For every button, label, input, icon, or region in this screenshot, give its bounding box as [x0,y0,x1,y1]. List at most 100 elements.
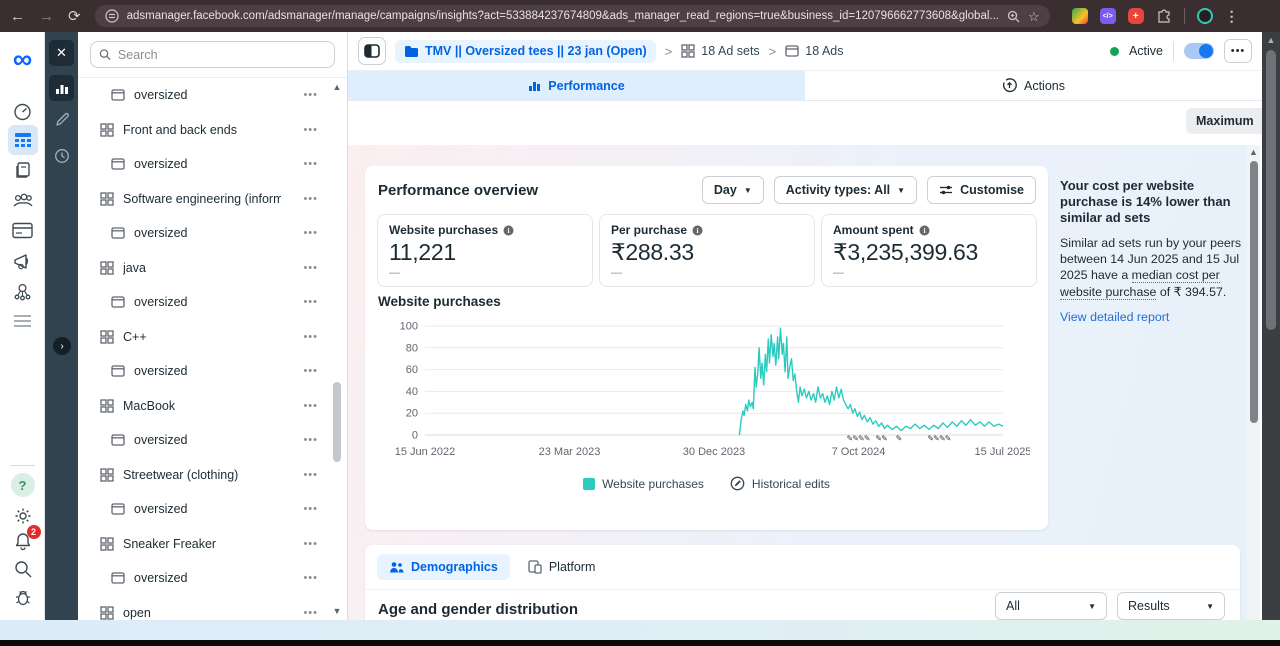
maximum-dropdown[interactable]: Maximum ▼ [1186,108,1262,134]
list-item-adset[interactable]: oversized••• [78,492,330,527]
legend-website-purchases[interactable]: Website purchases [583,477,704,491]
tab-actions[interactable]: Actions [805,71,1262,100]
item-menu-icon[interactable]: ••• [303,89,318,101]
list-item-adset[interactable]: oversized••• [78,78,330,113]
item-menu-icon[interactable]: ••• [303,227,318,239]
scroll-down-icon[interactable]: ▼ [331,606,343,616]
breadcrumb-adsets[interactable]: 18 Ad sets [681,44,759,58]
item-menu-icon[interactable]: ••• [303,538,318,550]
info-icon[interactable]: i [503,225,514,236]
sidebar-item-advertise[interactable] [0,252,45,272]
list-item-campaign[interactable]: java••• [78,251,330,286]
activity-types-dropdown[interactable]: Activity types: All ▼ [774,176,917,204]
meta-logo[interactable]: ∞ [0,46,45,73]
breadcrumb-ads[interactable]: 18 Ads [785,44,843,58]
view-detailed-report-link[interactable]: View detailed report [1060,310,1169,324]
history-tab-button[interactable] [45,148,78,164]
item-menu-icon[interactable]: ••• [303,296,318,308]
forward-icon[interactable]: → [39,9,54,24]
list-item-campaign[interactable]: MacBook••• [78,389,330,424]
scroll-up-icon[interactable]: ▲ [1247,145,1260,159]
back-icon[interactable]: ← [10,9,25,24]
list-item-adset[interactable]: oversized••• [78,561,330,596]
zoom-icon[interactable] [1007,10,1020,23]
site-info-icon[interactable] [105,9,119,23]
help-button[interactable]: ? [0,473,45,497]
list-item-adset[interactable]: oversized••• [78,423,330,458]
breakdown-filter-dropdown[interactable]: All ▼ [995,592,1107,620]
item-menu-icon[interactable]: ••• [303,434,318,446]
breakdown-metric-dropdown[interactable]: Results ▼ [1117,592,1225,620]
scroll-up-icon[interactable]: ▲ [1262,32,1280,48]
window-scrollbar[interactable]: ▲ [1262,32,1280,640]
item-menu-icon[interactable]: ••• [303,572,318,584]
bookmark-star-icon[interactable]: ☆ [1028,10,1040,23]
legend-historical-edits[interactable]: Historical edits [730,476,830,491]
day-dropdown[interactable]: Day ▼ [702,176,764,204]
sidebar-item-events[interactable] [0,281,45,302]
metric-per-purchase[interactable]: Per purchase i ₹288.33 — [599,214,815,287]
item-menu-icon[interactable]: ••• [303,262,318,274]
tab-platform[interactable]: Platform [524,554,600,580]
list-item-adset[interactable]: oversized••• [78,354,330,389]
item-menu-icon[interactable]: ••• [303,193,318,205]
item-menu-icon[interactable]: ••• [303,124,318,136]
extension-icon-3[interactable]: + [1128,8,1144,24]
sidebar-item-campaigns[interactable] [0,125,45,155]
website-purchases-chart[interactable]: 02040608010015 Jun 202223 Mar 202330 Dec… [385,314,1030,464]
list-item-campaign[interactable]: Streetwear (clothing)••• [78,458,330,493]
active-toggle[interactable] [1184,43,1214,59]
list-item-adset[interactable]: oversized••• [78,216,330,251]
report-bug-button[interactable] [0,587,45,607]
item-menu-icon[interactable]: ••• [303,158,318,170]
extension-icon-4[interactable] [1197,8,1213,24]
extensions-puzzle-icon[interactable] [1156,8,1172,24]
list-item-campaign[interactable]: Front and back ends••• [78,113,330,148]
extension-icon-2[interactable]: </> [1100,8,1116,24]
list-item-adset[interactable]: oversized••• [78,147,330,182]
tab-demographics[interactable]: Demographics [377,554,510,580]
list-item-campaign[interactable]: open••• [78,596,330,621]
item-menu-icon[interactable]: ••• [303,400,318,412]
item-menu-icon[interactable]: ••• [303,331,318,343]
item-menu-icon[interactable]: ••• [303,503,318,515]
collapse-panel-button[interactable]: › [53,337,71,355]
info-icon[interactable]: i [692,225,703,236]
address-bar[interactable]: adsmanager.facebook.com/adsmanager/manag… [95,5,1050,27]
edit-tab-button[interactable] [45,112,78,128]
item-menu-icon[interactable]: ••• [303,607,318,619]
scroll-up-icon[interactable]: ▲ [331,82,343,92]
content-scrollbar[interactable]: ▲ [1247,145,1260,620]
sidebar-item-overview[interactable] [0,101,45,122]
campaign-scrollbar[interactable]: ▲ ▼ [331,82,343,616]
close-insights-button[interactable]: ✕ [49,40,74,66]
item-menu-icon[interactable]: ••• [303,365,318,377]
tab-performance[interactable]: Performance [348,71,805,100]
sidebar-item-more-tools[interactable] [0,314,45,328]
sidebar-item-audiences[interactable] [0,190,45,210]
item-menu-icon[interactable]: ••• [303,469,318,481]
customise-button[interactable]: Customise [927,176,1036,204]
charts-tab-button[interactable] [49,75,74,101]
sidebar-item-billing[interactable] [0,222,45,239]
scroll-thumb[interactable] [1250,161,1258,423]
list-item-campaign[interactable]: Sneaker Freaker••• [78,527,330,562]
list-item-adset[interactable]: oversized••• [78,285,330,320]
search-input[interactable] [118,48,326,62]
extension-icon-1[interactable] [1072,8,1088,24]
list-item-campaign[interactable]: C++••• [78,320,330,355]
search-button[interactable] [0,559,45,579]
browser-menu-icon[interactable]: ⋮ [1225,9,1239,23]
toggle-sidebar-button[interactable] [358,37,386,65]
info-icon[interactable]: i [919,225,930,236]
metric-amount-spent[interactable]: Amount spent i ₹3,235,399.63 — [821,214,1037,287]
metric-website-purchases[interactable]: Website purchases i 11,221 — [377,214,593,287]
settings-button[interactable] [0,506,45,526]
campaign-search[interactable] [90,41,335,68]
list-item-campaign[interactable]: Software engineering (information t...••… [78,182,330,217]
notifications-button[interactable]: 2 [0,531,45,551]
scroll-thumb[interactable] [333,382,341,462]
reload-icon[interactable]: ⟳ [68,9,81,24]
scroll-thumb[interactable] [1266,50,1276,330]
url-text[interactable]: adsmanager.facebook.com/adsmanager/manag… [127,10,999,22]
